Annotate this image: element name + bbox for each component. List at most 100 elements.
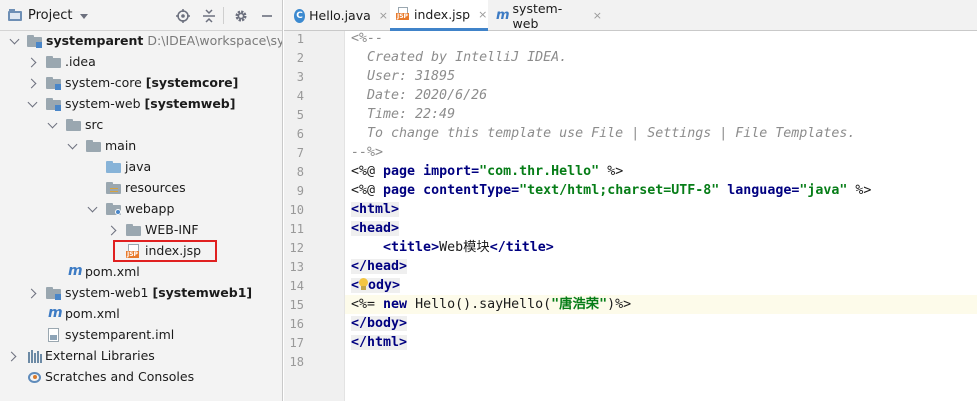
tab-system-web[interactable]: m system-web × xyxy=(490,0,602,31)
line-number: 15 xyxy=(289,298,304,312)
code-token: <%= xyxy=(351,297,384,312)
code-editor[interactable]: <%-- Created by IntelliJ IDEA. User: 318… xyxy=(345,31,977,401)
project-icon xyxy=(8,9,22,21)
tree-node-label: java xyxy=(125,159,152,174)
module-name: [systemcore] xyxy=(145,75,239,90)
tree-node-pom-xml[interactable]: m pom.xml xyxy=(0,262,282,283)
tab-label: Hello.java xyxy=(309,8,371,23)
line-number: 1 xyxy=(296,32,304,46)
code-token: </body> xyxy=(351,316,408,331)
code-token: contentType= xyxy=(415,183,520,198)
maven-icon: m xyxy=(68,263,83,279)
tree-node-systemparent-iml[interactable]: systemparent.iml xyxy=(0,325,282,346)
tree-node-scratches[interactable]: Scratches and Consoles xyxy=(0,367,282,388)
code-token: </html> xyxy=(351,335,408,350)
tree-node-label: system-web xyxy=(65,96,141,111)
locate-icon[interactable] xyxy=(173,0,193,31)
close-icon[interactable]: × xyxy=(379,9,388,22)
chevron-right-icon[interactable] xyxy=(106,225,117,236)
code-token: import= xyxy=(415,164,480,179)
code-line: <%-- xyxy=(351,31,384,46)
code-line: <%@ page import="com.thr.Hello" %> xyxy=(351,162,623,181)
tree-node-label: External Libraries xyxy=(45,348,155,363)
chevron-down-icon[interactable] xyxy=(80,13,89,19)
tree-node-label: systemparent.iml xyxy=(65,327,175,342)
line-number: 2 xyxy=(296,51,304,65)
code-line: --%> xyxy=(351,145,384,160)
chevron-down-icon[interactable] xyxy=(9,34,20,45)
tree-node-main[interactable]: main xyxy=(0,136,282,157)
minimize-icon[interactable] xyxy=(257,0,277,31)
tree-node-label: pom.xml xyxy=(85,264,140,279)
line-number: 18 xyxy=(289,355,304,369)
tree-node-system-web1[interactable]: system-web1 [systemweb1] xyxy=(0,283,282,304)
maven-icon: m xyxy=(496,8,510,23)
tree-node-src[interactable]: src xyxy=(0,115,282,136)
chevron-right-icon[interactable] xyxy=(26,288,37,299)
tree-node-systemparent[interactable]: systemparent D:\IDEA\workspace\syste xyxy=(0,31,282,52)
close-icon[interactable]: × xyxy=(478,8,487,21)
code-token: <%@ xyxy=(351,183,384,198)
code-token: new xyxy=(383,297,408,312)
folder-icon xyxy=(86,139,102,154)
close-icon[interactable]: × xyxy=(593,9,602,22)
line-number: 7 xyxy=(296,146,304,160)
code-line: <%= new Hello().sayHello("唐浩荣")%> xyxy=(351,295,631,314)
collapse-icon[interactable] xyxy=(199,0,219,31)
line-number: 11 xyxy=(289,222,304,236)
line-number: 12 xyxy=(289,241,304,255)
code-line: User: 31895 xyxy=(351,69,456,84)
code-line: <%@ page contentType="text/html;charset=… xyxy=(351,181,871,200)
tree-node-webapp[interactable]: webapp xyxy=(0,199,282,220)
code-token: page xyxy=(383,183,416,198)
lightbulb-icon[interactable] xyxy=(359,278,369,291)
web-folder-icon xyxy=(106,202,122,217)
code-line: Created by IntelliJ IDEA. xyxy=(351,50,568,65)
project-panel-header: Project xyxy=(0,0,282,31)
tab-index-jsp[interactable]: JSP index.jsp × xyxy=(390,0,488,31)
code-token: Web模块 xyxy=(439,240,490,255)
tree-node-external-libraries[interactable]: External Libraries xyxy=(0,346,282,367)
jsp-icon: JSP xyxy=(396,7,410,21)
tree-node-idea[interactable]: .idea xyxy=(0,52,282,73)
tree-node-java[interactable]: java xyxy=(0,157,282,178)
tree-node-label: system-web1 xyxy=(65,285,149,300)
module-folder-icon xyxy=(46,76,62,91)
chevron-down-icon[interactable] xyxy=(47,118,58,129)
chevron-down-icon[interactable] xyxy=(27,97,38,108)
project-view-selector[interactable]: Project xyxy=(28,8,72,23)
chevron-right-icon[interactable] xyxy=(26,78,37,89)
code-line: Time: 22:49 xyxy=(351,107,456,122)
code-token: <head> xyxy=(351,221,400,236)
chevron-right-icon[interactable] xyxy=(26,57,37,68)
line-number: 16 xyxy=(289,317,304,331)
line-number: 5 xyxy=(296,108,304,122)
code-line: </html> xyxy=(351,333,408,352)
code-token: </head> xyxy=(351,259,408,274)
tree-node-label: systemparent xyxy=(46,33,144,48)
tree-node-label: system-core xyxy=(65,75,142,90)
line-number: 6 xyxy=(296,127,304,141)
scratches-icon xyxy=(27,370,43,385)
gear-icon[interactable] xyxy=(231,0,251,31)
code-line: Date: 2020/6/26 xyxy=(351,88,488,103)
project-tool-window: Project systemparent D:\IDEA\workspace\s… xyxy=(0,0,283,401)
code-line: <title>Web模块</title> xyxy=(351,238,554,257)
tree-node-system-core[interactable]: system-core [systemcore] xyxy=(0,73,282,94)
folder-icon xyxy=(66,118,82,133)
code-token: %> xyxy=(599,164,624,179)
tree-node-resources[interactable]: resources xyxy=(0,178,282,199)
code-token: </title> xyxy=(489,240,554,255)
tab-hello-java[interactable]: C Hello.java × xyxy=(290,0,388,31)
libraries-icon xyxy=(27,349,43,364)
tree-node-web-inf[interactable]: WEB-INF xyxy=(0,220,282,241)
tree-node-label: resources xyxy=(125,180,186,195)
folder-icon xyxy=(46,55,62,70)
tree-node-system-web[interactable]: system-web [systemweb] xyxy=(0,94,282,115)
chevron-right-icon[interactable] xyxy=(6,351,17,362)
chevron-down-icon[interactable] xyxy=(87,202,98,213)
chevron-down-icon[interactable] xyxy=(67,139,78,150)
tree-node-label: .idea xyxy=(65,54,96,69)
tree-node-pom-xml[interactable]: m pom.xml xyxy=(0,304,282,325)
